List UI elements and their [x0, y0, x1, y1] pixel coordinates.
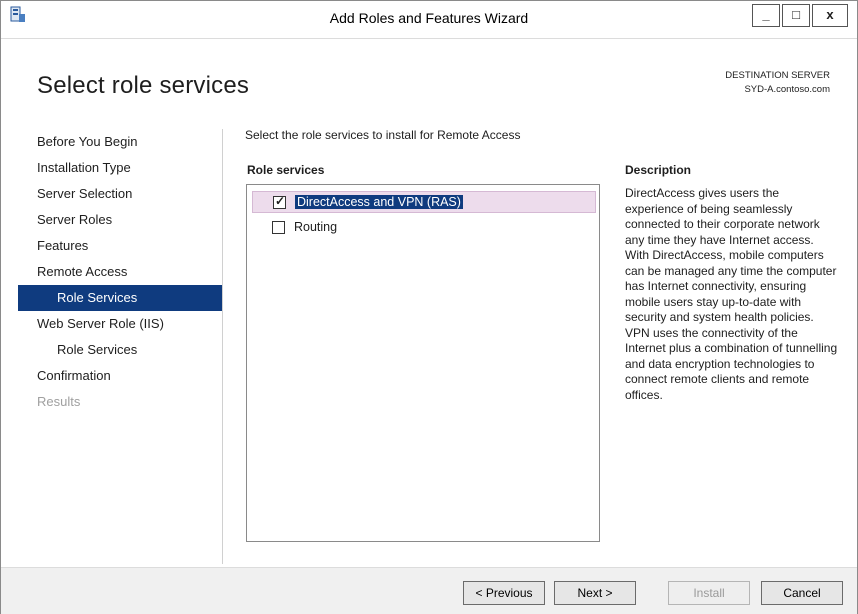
wizard-window: Add Roles and Features Wizard _ □ x Sele…: [0, 0, 858, 614]
role-service-label: DirectAccess and VPN (RAS): [295, 195, 463, 209]
next-button[interactable]: Next >: [554, 581, 636, 605]
nav-item-installation-type[interactable]: Installation Type: [18, 155, 222, 181]
nav-item-web-server-role-iis[interactable]: Web Server Role (IIS): [18, 311, 222, 337]
instruction-text: Select the role services to install for …: [245, 128, 521, 142]
minimize-button[interactable]: _: [752, 4, 780, 27]
nav-item-server-roles[interactable]: Server Roles: [18, 207, 222, 233]
role-service-checkbox[interactable]: [272, 220, 285, 234]
role-service-checkbox[interactable]: ✓: [273, 193, 286, 209]
role-services-list[interactable]: ✓ DirectAccess and VPN (RAS) Routing: [246, 184, 600, 542]
checkmark-icon: ✓: [275, 193, 286, 208]
nav-item-features[interactable]: Features: [18, 233, 222, 259]
install-button: Install: [668, 581, 750, 605]
destination-server-name: SYD-A.contoso.com: [744, 84, 830, 95]
button-bar: < Previous Next > Install Cancel: [1, 567, 857, 614]
role-services-header: Role services: [247, 163, 325, 177]
destination-label: DESTINATION SERVER: [725, 70, 830, 81]
nav-item-confirmation[interactable]: Confirmation: [18, 363, 222, 389]
nav-item-server-selection[interactable]: Server Selection: [18, 181, 222, 207]
wizard-steps-nav: Before You Begin Installation Type Server …: [18, 129, 222, 415]
role-service-label: Routing: [294, 220, 338, 234]
nav-divider: [222, 129, 223, 564]
nav-item-before-you-begin[interactable]: Before You Begin: [18, 129, 222, 155]
title-bar: Add Roles and Features Wizard _ □ x: [1, 1, 857, 39]
role-service-row[interactable]: Routing: [252, 216, 596, 238]
window-title: Add Roles and Features Wizard: [329, 10, 529, 26]
role-service-row[interactable]: ✓ DirectAccess and VPN (RAS): [252, 191, 596, 213]
previous-button[interactable]: < Previous: [463, 581, 545, 605]
maximize-button[interactable]: □: [782, 4, 810, 27]
destination-server-info: DESTINATION SERVER SYD-A.contoso.com: [725, 69, 830, 97]
page-title: Select role services: [37, 72, 250, 99]
close-button[interactable]: x: [812, 4, 848, 27]
description-text: DirectAccess gives users the experience …: [625, 186, 838, 402]
description-header: Description: [625, 163, 692, 177]
nav-item-role-services[interactable]: Role Services: [18, 285, 222, 311]
nav-item-results: Results: [37, 394, 81, 409]
nav-item-remote-access[interactable]: Remote Access: [18, 259, 222, 285]
cancel-button[interactable]: Cancel: [761, 581, 843, 605]
nav-item-role-services[interactable]: Role Services: [18, 337, 222, 363]
